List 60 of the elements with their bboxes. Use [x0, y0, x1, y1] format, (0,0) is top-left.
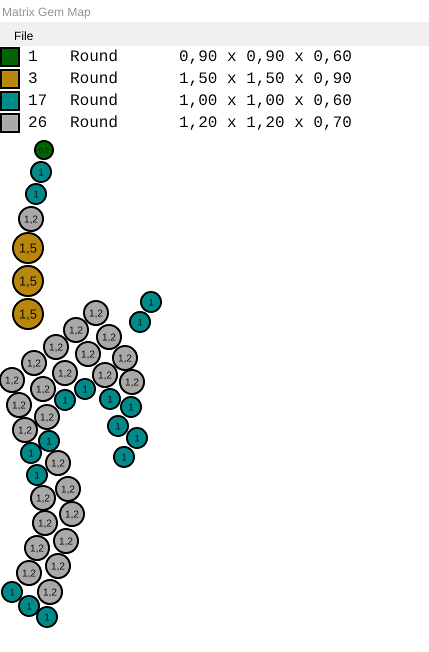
gem: 1,2 — [112, 345, 138, 371]
gem: 1,2 — [30, 376, 56, 402]
gem: 1,2 — [52, 360, 78, 386]
gem: 1 — [99, 388, 121, 410]
gem: 1,2 — [18, 206, 44, 232]
gem: 1,2 — [32, 510, 58, 536]
gem: 1,2 — [83, 300, 109, 326]
gem: 1,2 — [12, 417, 38, 443]
gem-size: 1,00 x 1,00 x 0,60 — [179, 91, 352, 112]
gem: 1 — [140, 291, 162, 313]
gem: 1 — [74, 378, 96, 400]
gem-count: 17 — [27, 91, 48, 112]
gem-count: 1 — [27, 47, 39, 68]
window-title: Matrix Gem Map — [1, 4, 92, 21]
shape-label: Round — [70, 113, 120, 134]
gem-size: 1,50 x 1,50 x 0,90 — [179, 69, 352, 90]
gem: 1 — [126, 427, 148, 449]
shape-label: Round — [70, 47, 120, 68]
gem: 1 — [20, 442, 42, 464]
shape-label: Round — [70, 69, 120, 90]
gem: 1,2 — [43, 334, 69, 360]
gem: 1,2 — [45, 553, 71, 579]
gem: 1 — [129, 311, 151, 333]
gem: 1 — [1, 581, 23, 603]
gem-count: 3 — [27, 69, 39, 90]
gem-size: 1,20 x 1,20 x 0,70 — [179, 113, 352, 134]
gem-size: 0,90 x 0,90 x 0,60 — [179, 47, 352, 68]
gem: 1,2 — [75, 341, 101, 367]
gem: 1 — [107, 415, 129, 437]
gem: 1 — [18, 595, 40, 617]
shape-label: Round — [70, 91, 120, 112]
gem: 1,5 — [12, 265, 44, 297]
gem: 1,2 — [45, 450, 71, 476]
gem: 1,5 — [12, 232, 44, 264]
gem: 1,2 — [6, 392, 32, 418]
gem: 1,2 — [34, 404, 60, 430]
gem-count: 26 — [27, 113, 48, 134]
gem: 1 — [30, 161, 52, 183]
gem: 1,2 — [0, 367, 25, 393]
gem: 1 — [38, 430, 60, 452]
menu-item[interactable]: File — [0, 22, 48, 46]
gem: 1,2 — [21, 350, 47, 376]
gem: 1 — [113, 446, 135, 468]
gem: 1,2 — [53, 528, 79, 554]
gem: 1,2 — [119, 369, 145, 395]
gem: 1,2 — [63, 317, 89, 343]
gem: 1,2 — [30, 485, 56, 511]
gem: 1 — [54, 389, 76, 411]
gem: 1,2 — [16, 560, 42, 586]
gem: 1 — [25, 183, 47, 205]
gem: 1 — [36, 606, 58, 628]
gem: 1 — [26, 464, 48, 486]
gem: 1 — [120, 396, 142, 418]
gem: 1,2 — [59, 501, 85, 527]
gem: 1,2 — [92, 362, 118, 388]
gem: 1,2 — [24, 535, 50, 561]
gem: 1,2 — [37, 579, 63, 605]
gem: 1,5 — [12, 298, 44, 330]
gem: 1,2 — [96, 324, 122, 350]
gem: 1,2 — [55, 476, 81, 502]
